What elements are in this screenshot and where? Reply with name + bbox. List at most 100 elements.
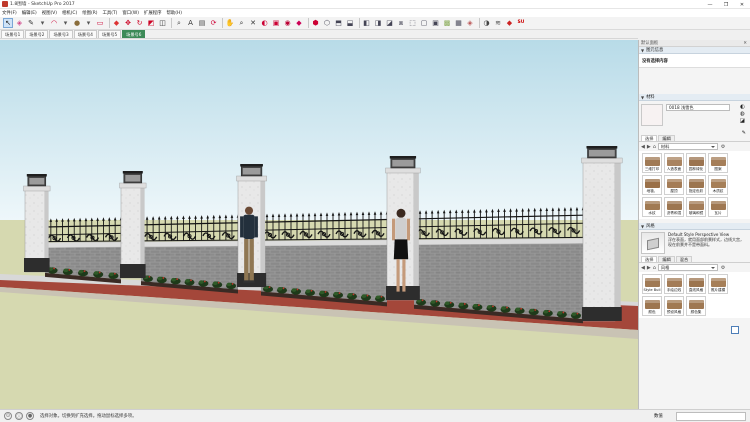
styles-section-header[interactable]: ▼ 风格 — [639, 223, 750, 230]
tray-close-icon[interactable]: ✕ — [743, 41, 747, 46]
menu-item[interactable]: 编辑(E) — [22, 10, 37, 16]
default-material-icon[interactable]: ◪ — [740, 118, 745, 125]
fence-model-scene[interactable] — [0, 40, 638, 409]
library-folder[interactable]: 人造表面 — [664, 153, 684, 173]
move-icon[interactable]: ✥ — [123, 18, 133, 28]
tray-tab[interactable]: 选择 — [641, 256, 658, 262]
push-pull-icon[interactable]: ◆ — [112, 18, 122, 28]
home-icon[interactable]: ⌂ — [653, 144, 656, 150]
details-icon[interactable]: ⚙ — [721, 265, 725, 271]
library-folder[interactable]: 沥青和混 — [664, 197, 684, 217]
back-view-icon[interactable]: ◨ — [373, 18, 383, 28]
library-folder[interactable]: 玻璃和镜 — [686, 197, 706, 217]
scene-tab[interactable]: 场景号1 — [1, 30, 25, 38]
menu-item[interactable]: 帮助(H) — [167, 10, 183, 16]
create-material-icon[interactable]: ◍ — [740, 111, 745, 118]
sample-paint-icon[interactable]: ✎ — [742, 131, 746, 136]
arc-icon[interactable]: ◠ — [49, 18, 59, 28]
style-description[interactable]: 浮在表面，就用面部前景样式，边线大宫，现在前景并不是带面料。 — [665, 237, 745, 247]
scale-icon[interactable]: ◩ — [146, 18, 156, 28]
library-folder[interactable]: 颜色 — [642, 296, 662, 316]
orbit-icon[interactable]: ⟳ — [209, 18, 219, 28]
fog-icon[interactable]: ≋ — [493, 18, 503, 28]
tray-tab[interactable]: 选择 — [641, 135, 658, 141]
materials-section-header[interactable]: ▼ 材料 — [639, 94, 750, 101]
style-builder-icon[interactable]: ◈ — [465, 18, 475, 28]
scene-tab[interactable]: 场景号5 — [97, 30, 122, 38]
library-folder[interactable]: 图案 — [708, 153, 728, 173]
style-update-button[interactable] — [731, 326, 739, 334]
library-folder[interactable]: 直线风格 — [686, 274, 706, 294]
back-icon[interactable]: ◀ — [641, 144, 645, 150]
menu-item[interactable]: 文件(F) — [2, 10, 17, 16]
shaded-icon[interactable]: ▣ — [431, 18, 441, 28]
credits-icon[interactable]: ⓘ — [15, 412, 23, 420]
pan-hand-icon[interactable]: ✋ — [225, 18, 235, 28]
library-folder[interactable]: 颜色集 — [686, 296, 706, 316]
top-view-icon[interactable]: ⬒ — [334, 18, 344, 28]
details-icon[interactable]: ⚙ — [721, 144, 725, 150]
forward-icon[interactable]: ▶ — [647, 144, 651, 150]
sandbox-icon[interactable]: ◆ — [294, 18, 304, 28]
library-folder[interactable]: 三维打印 — [642, 153, 662, 173]
rotate-icon[interactable]: ↻ — [135, 18, 145, 28]
menu-item[interactable]: 扩展程序 — [144, 10, 162, 16]
shadow-icon[interactable]: ◑ — [482, 18, 492, 28]
layout-icon[interactable]: ⬢ — [311, 18, 321, 28]
measurements-box[interactable] — [676, 412, 746, 421]
library-folder[interactable]: 园林绿化 — [686, 153, 706, 173]
text-icon[interactable]: A — [186, 18, 196, 28]
tray-tab[interactable]: 编辑 — [658, 256, 675, 262]
scene-tab[interactable]: 场景号6 — [122, 30, 146, 38]
library-folder[interactable]: 木质纹 — [708, 175, 728, 195]
section-plane-icon[interactable]: ◐ — [260, 18, 270, 28]
library-folder[interactable]: 瓦片 — [708, 197, 728, 217]
material-name-field[interactable]: 0018 浅雪色 — [666, 104, 730, 111]
library-folder[interactable]: 照片建模 — [708, 274, 728, 294]
library-folder[interactable]: 地毯、 — [642, 175, 662, 195]
plugin-su-icon[interactable]: SU — [516, 18, 526, 28]
eraser-icon[interactable]: ◈ — [15, 18, 25, 28]
material-swatch[interactable] — [641, 104, 663, 126]
zoom-extents-icon[interactable]: ✕ — [248, 18, 258, 28]
tray-tab[interactable]: 混合 — [675, 256, 693, 262]
collapse-triangle-icon[interactable]: ▼ — [641, 224, 644, 229]
collapse-triangle-icon[interactable]: ▼ — [641, 95, 644, 100]
zoom-icon[interactable]: ⌕ — [237, 18, 247, 28]
library-folder[interactable]: 指定色彩 — [686, 175, 706, 195]
library-folder[interactable]: 预设风格 — [664, 296, 684, 316]
collapse-triangle-icon[interactable]: ▼ — [641, 48, 644, 53]
geo-location-icon[interactable]: ⊙ — [4, 412, 12, 420]
scene-tab[interactable]: 场景号2 — [25, 30, 49, 38]
back-icon[interactable]: ◀ — [641, 265, 645, 271]
close-icon[interactable]: ✕ — [734, 0, 750, 9]
dropdown-caret-icon[interactable]: ▾ — [38, 18, 48, 28]
tray-tab[interactable]: 编辑 — [658, 135, 675, 141]
maximize-icon[interactable]: ❐ — [718, 0, 734, 9]
minimize-icon[interactable]: — — [702, 0, 718, 9]
select-arrow-icon[interactable]: ↖ — [3, 18, 13, 28]
forward-icon[interactable]: ▶ — [647, 265, 651, 271]
menu-item[interactable]: 视图(V) — [42, 10, 57, 16]
left-view-icon[interactable]: ◪ — [385, 18, 395, 28]
library-folder[interactable]: Style Buil — [642, 274, 662, 294]
front-view-icon[interactable]: ⬓ — [345, 18, 355, 28]
menu-item[interactable]: 窗口(W) — [122, 10, 139, 16]
user-icon[interactable]: ● — [26, 412, 34, 420]
menu-item[interactable]: 工具(T) — [102, 10, 117, 16]
monochrome-icon[interactable]: ▦ — [454, 18, 464, 28]
tape-measure-icon[interactable]: ⌕ — [174, 18, 184, 28]
scene-tab[interactable]: 场景号3 — [49, 30, 73, 38]
dropdown-caret-icon[interactable]: ▾ — [61, 18, 71, 28]
display-secondary-icon[interactable]: ◐ — [740, 104, 745, 111]
rectangle-icon[interactable]: ▭ — [95, 18, 105, 28]
model-viewport[interactable] — [0, 40, 638, 409]
materials-library-select[interactable]: 材料 — [657, 143, 718, 150]
xray-icon[interactable]: ⧈ — [396, 18, 406, 28]
plugin-ruby-icon[interactable]: ◆ — [505, 18, 515, 28]
paint-icon[interactable]: ▤ — [197, 18, 207, 28]
styles-library-select[interactable]: 风格 — [657, 264, 718, 271]
pencil-line-icon[interactable]: ✎ — [26, 18, 36, 28]
library-folder[interactable]: 屋顶 — [664, 175, 684, 195]
offset-icon[interactable]: ◫ — [158, 18, 168, 28]
